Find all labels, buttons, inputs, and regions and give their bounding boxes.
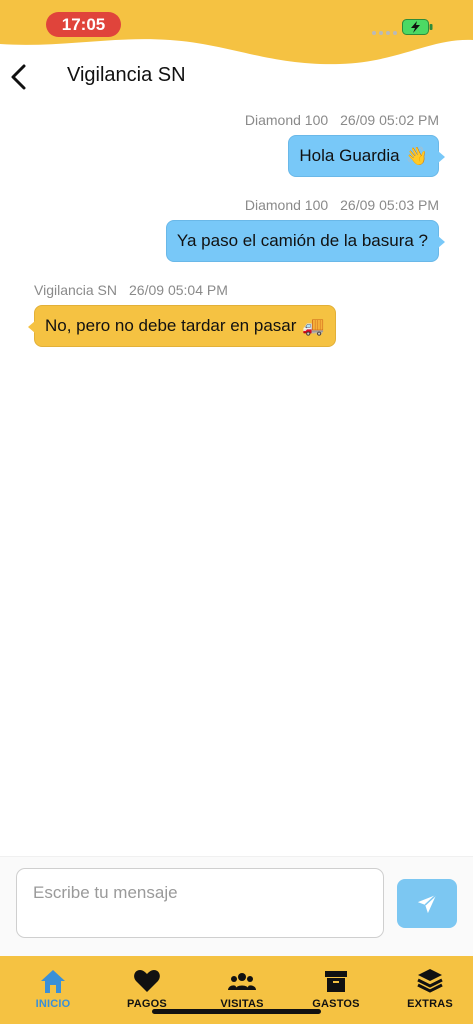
tab-pagos[interactable]: PAGOS — [107, 966, 187, 1010]
message-text: No, pero no debe tardar en pasar — [45, 316, 297, 335]
send-button[interactable] — [397, 879, 457, 928]
message-timestamp: 26/09 05:03 PM — [340, 197, 439, 213]
tab-visitas[interactable]: VISITAS — [202, 966, 282, 1010]
message-text: Hola Guardia — [299, 146, 400, 165]
status-time-text: 17:05 — [61, 14, 106, 34]
status-time: 17:05 — [46, 12, 121, 37]
tab-label: INICIO — [35, 998, 71, 1010]
heart-icon — [134, 970, 160, 992]
users-icon — [228, 973, 256, 990]
tab-extras[interactable]: EXTRAS — [390, 966, 470, 1010]
waving-hand-emoji: 👋 — [405, 145, 428, 167]
delivery-truck-emoji: 🚚 — [302, 315, 325, 337]
message-text: Ya paso el camión de la basura ? — [176, 231, 428, 250]
message-meta: Vigilancia SN 26/09 05:04 PM — [34, 282, 228, 298]
message-meta: Diamond 100 26/09 05:03 PM — [245, 197, 439, 213]
back-arrow-icon[interactable] — [8, 62, 30, 92]
message-bubble-outgoing[interactable]: Hola Guardia 👋 — [288, 135, 445, 177]
battery-charging-icon — [402, 19, 433, 35]
archive-box-icon — [325, 971, 347, 992]
home-icon — [41, 970, 65, 993]
message-sender: Diamond 100 — [244, 112, 329, 128]
message-sender: Diamond 100 — [244, 197, 329, 213]
tab-inicio[interactable]: INICIO — [13, 966, 93, 1010]
message-bubble-incoming[interactable]: No, pero no debe tardar en pasar 🚚 — [28, 305, 336, 347]
message-timestamp: 26/09 05:04 PM — [129, 282, 228, 298]
chat-title: Vigilancia SN — [67, 64, 186, 86]
home-indicator — [152, 1009, 321, 1014]
layers-icon — [417, 969, 443, 993]
message-bubble-outgoing[interactable]: Ya paso el camión de la basura ? — [165, 220, 446, 262]
tab-gastos[interactable]: GASTOS — [296, 966, 376, 1010]
message-input[interactable] — [16, 868, 384, 938]
message-meta: Diamond 100 26/09 05:02 PM — [245, 112, 439, 128]
signal-icon — [372, 31, 397, 35]
message-sender: Vigilancia SN — [34, 282, 118, 298]
tab-label: EXTRAS — [407, 998, 453, 1010]
send-icon — [417, 893, 437, 913]
message-timestamp: 26/09 05:02 PM — [340, 112, 439, 128]
